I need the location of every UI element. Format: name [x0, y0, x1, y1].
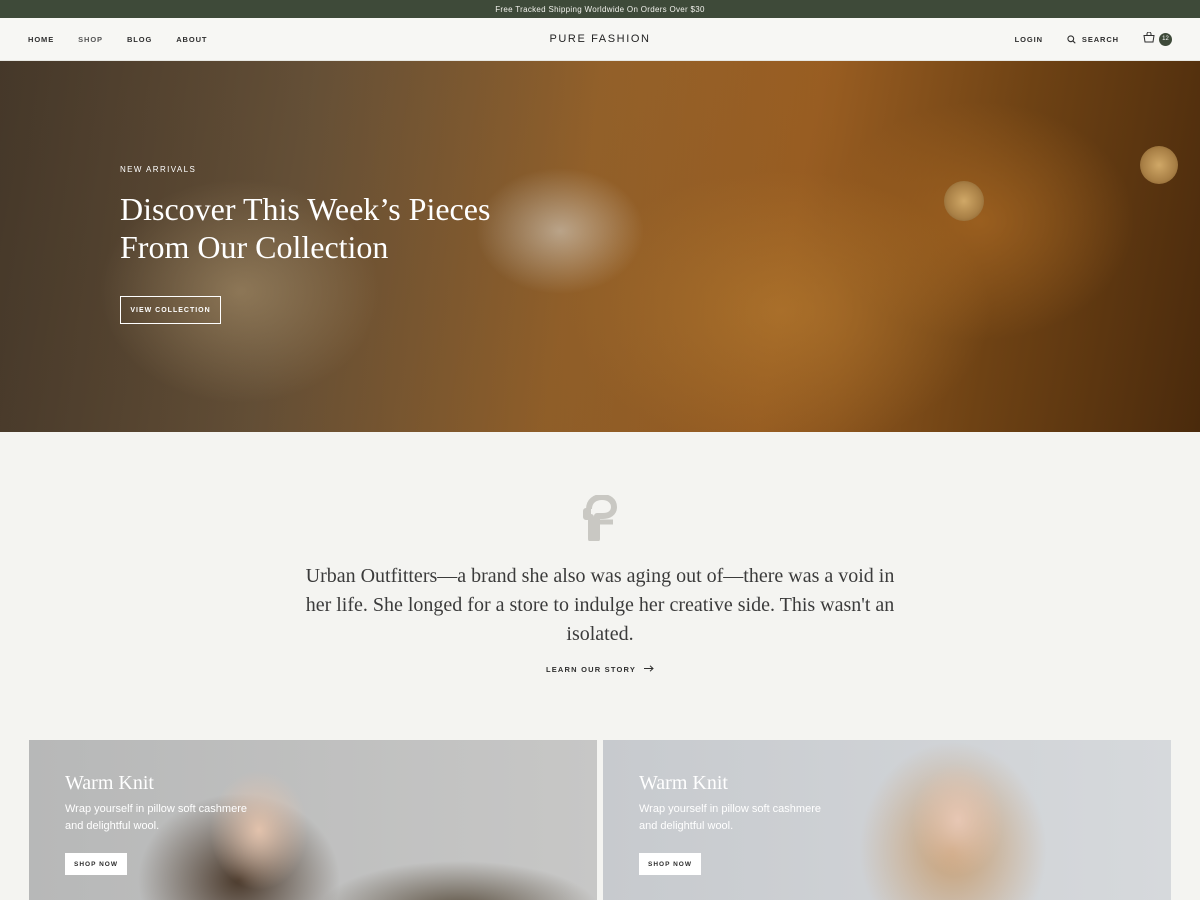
- brand-monogram-icon: [583, 494, 617, 546]
- search-button[interactable]: SEARCH: [1067, 35, 1119, 44]
- hero-title: Discover This Week’s Pieces From Our Col…: [120, 191, 491, 265]
- promo-card-description: Wrap yourself in pillow soft cashmere an…: [639, 803, 821, 832]
- story-text: Urban Outfitters—a brand she also was ag…: [305, 565, 895, 645]
- basket-icon: [1143, 30, 1155, 48]
- announcement-text: Free Tracked Shipping Worldwide On Order…: [495, 4, 705, 14]
- promo-card[interactable]: Warm Knit Wrap yourself in pillow soft c…: [603, 740, 1171, 900]
- promo-cards: Warm Knit Wrap yourself in pillow soft c…: [29, 740, 1171, 900]
- nav-home[interactable]: HOME: [28, 35, 54, 44]
- promo-card-title: Warm Knit: [639, 772, 728, 794]
- site-logo[interactable]: PURE FASHION: [549, 33, 650, 45]
- nav-about[interactable]: ABOUT: [176, 35, 207, 44]
- header-actions: LOGIN SEARCH 12: [1015, 30, 1172, 48]
- arrow-right-icon: [644, 665, 654, 674]
- nav-shop[interactable]: SHOP: [78, 35, 103, 44]
- promo-card-title: Warm Knit: [65, 772, 154, 794]
- promo-card-content: Warm Knit Wrap yourself in pillow soft c…: [65, 772, 255, 875]
- search-icon: [1067, 34, 1076, 44]
- promo-card-description: Wrap yourself in pillow soft cashmere an…: [65, 803, 247, 832]
- shop-now-button[interactable]: SHOP NOW: [639, 853, 701, 875]
- login-link[interactable]: LOGIN: [1015, 35, 1043, 44]
- promo-card[interactable]: Warm Knit Wrap yourself in pillow soft c…: [29, 740, 597, 900]
- hero-banner: NEW ARRIVALS Discover This Week’s Pieces…: [0, 61, 1200, 432]
- search-label: SEARCH: [1081, 34, 1119, 44]
- shop-now-button[interactable]: SHOP NOW: [65, 853, 127, 875]
- main-nav: HOME SHOP BLOG ABOUT: [28, 35, 207, 44]
- learn-our-story-label: LEARN OUR STORY: [545, 665, 637, 674]
- hero-content: NEW ARRIVALS Discover This Week’s Pieces…: [120, 165, 540, 324]
- hero-eyebrow: NEW ARRIVALS: [120, 165, 197, 174]
- cart-button[interactable]: 12: [1143, 30, 1172, 48]
- learn-our-story-link[interactable]: LEARN OUR STORY: [0, 665, 1200, 674]
- promo-card-content: Warm Knit Wrap yourself in pillow soft c…: [639, 772, 829, 875]
- nav-blog[interactable]: BLOG: [127, 35, 152, 44]
- story-section: Urban Outfitters—a brand she also was ag…: [0, 432, 1200, 739]
- cart-count-badge: 12: [1159, 32, 1172, 46]
- announcement-bar: Free Tracked Shipping Worldwide On Order…: [0, 0, 1200, 18]
- site-header: HOME SHOP BLOG ABOUT PURE FASHION LOGIN …: [0, 18, 1200, 61]
- view-collection-button[interactable]: VIEW COLLECTION: [120, 296, 221, 324]
